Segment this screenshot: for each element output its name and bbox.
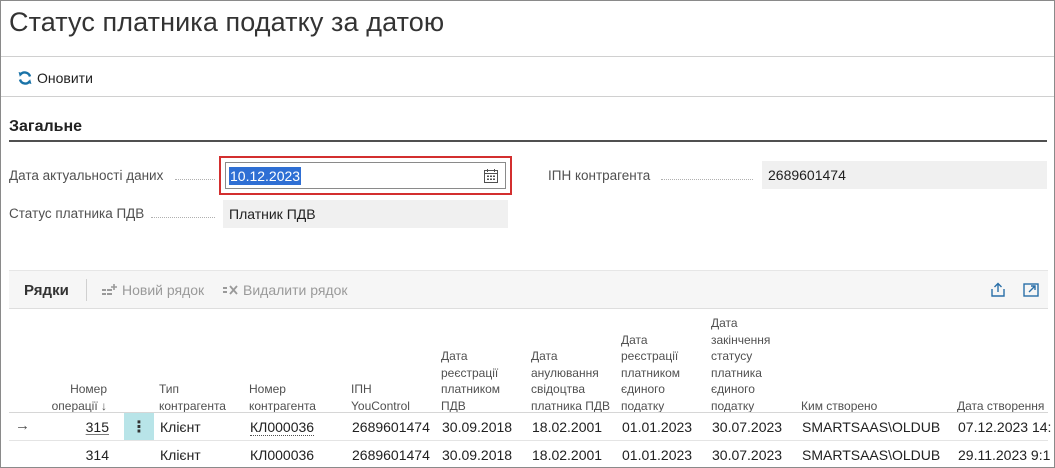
table-cell[interactable]: 2689601474 xyxy=(352,419,430,435)
ipn-field[interactable]: 2689601474 xyxy=(762,161,1047,189)
divider xyxy=(1,96,1054,97)
table-cell[interactable]: 2689601474 xyxy=(352,447,430,463)
header-divider xyxy=(9,412,1048,413)
table-cell[interactable]: 30.09.2018 xyxy=(442,419,512,435)
refresh-label: Оновити xyxy=(37,70,93,86)
table-cell[interactable]: SMARTSAAS\OLDUB xyxy=(802,447,940,463)
delete-row-button[interactable]: Видалити рядок xyxy=(222,282,348,298)
rows-toolbar: Рядки Новий рядок Видалити рядок xyxy=(9,271,1048,309)
share-icon[interactable] xyxy=(989,281,1007,299)
section-underline xyxy=(9,140,1047,142)
table-cell[interactable]: Клієнт xyxy=(160,447,201,463)
date-label: Дата актуальності даних xyxy=(9,168,164,183)
table-cell[interactable]: КЛ000036 xyxy=(250,447,314,463)
toolbar-separator xyxy=(86,279,87,301)
table-cell[interactable]: 01.01.2023 xyxy=(622,447,692,463)
table-cell[interactable]: 01.01.2023 xyxy=(622,419,692,435)
current-row-arrow-icon: → xyxy=(15,417,30,434)
rows-title[interactable]: Рядки xyxy=(24,282,69,299)
col-header-single-tax-reg-date[interactable]: Дата реєстрації платником єдиного податк… xyxy=(621,332,701,415)
delete-row-label: Видалити рядок xyxy=(243,282,348,298)
section-title: Загальне xyxy=(9,118,83,135)
col-header-counterparty-type[interactable]: Тип контрагента xyxy=(159,381,239,414)
label-dots xyxy=(661,179,753,180)
page-title: Статус платника податку за датою xyxy=(9,7,445,37)
new-row-icon xyxy=(102,283,117,295)
operation-no-link[interactable]: 315 xyxy=(49,419,109,435)
page-frame: Статус платника податку за датою Оновити… xyxy=(0,0,1055,468)
vat-status-label: Статус платника ПДВ xyxy=(9,206,145,221)
new-row-button[interactable]: Новий рядок xyxy=(101,282,204,298)
table-cell[interactable]: Клієнт xyxy=(160,419,201,435)
row-divider xyxy=(9,440,1048,441)
label-dots xyxy=(175,179,215,180)
col-header-ipn-youcontrol[interactable]: ІПН YouControl xyxy=(351,381,431,414)
table-cell[interactable]: 18.02.2001 xyxy=(532,447,602,463)
table-cell[interactable]: 314 xyxy=(49,447,109,463)
new-row-label: Новий рядок xyxy=(122,282,205,298)
label-dots xyxy=(151,217,215,218)
counterparty-no-link[interactable]: КЛ000036 xyxy=(250,419,315,436)
table-cell[interactable]: 30.07.2023 xyxy=(712,447,782,463)
table-cell[interactable]: 29.11.2023 9:1 xyxy=(958,447,1050,463)
refresh-button[interactable]: Оновити xyxy=(17,67,93,89)
table-cell[interactable]: КЛ000036 xyxy=(250,419,315,436)
lines-grid: Номер операції ↓ Тип контрагента Номер к… xyxy=(9,309,1051,467)
col-header-counterparty-no[interactable]: Номер контрагента xyxy=(249,381,339,414)
table-cell[interactable]: 30.09.2018 xyxy=(442,447,512,463)
col-header-vat-cancel-date[interactable]: Дата анулювання свідоцтва платника ПДВ xyxy=(531,348,611,414)
col-header-operation-no[interactable]: Номер операції ↓ xyxy=(39,381,107,414)
divider xyxy=(1,56,1054,57)
calendar-icon[interactable] xyxy=(484,169,498,183)
table-cell[interactable]: SMARTSAAS\OLDUB xyxy=(802,419,940,435)
rows-part: Рядки Новий рядок Видалити рядок Номер о… xyxy=(9,270,1051,467)
delete-row-icon xyxy=(223,284,238,295)
table-cell[interactable]: 18.02.2001 xyxy=(532,419,602,435)
table-cell[interactable]: 07.12.2023 14: xyxy=(958,419,1051,435)
col-header-vat-reg-date[interactable]: Дата реєстрації платником ПДВ xyxy=(441,348,521,414)
ipn-label: ІПН контрагента xyxy=(548,168,651,183)
refresh-icon xyxy=(18,71,32,85)
vat-status-field[interactable]: Платник ПДВ xyxy=(223,200,508,228)
row-actions-icon[interactable]: ⋮ xyxy=(124,413,154,440)
table-cell[interactable]: 30.07.2023 xyxy=(712,419,782,435)
expand-icon[interactable] xyxy=(1022,281,1040,299)
date-value: 10.12.2023 xyxy=(229,167,302,185)
date-input[interactable]: 10.12.2023 xyxy=(225,162,506,189)
col-header-single-tax-end-date[interactable]: Дата закінчення статусу платника єдиного… xyxy=(711,315,783,414)
